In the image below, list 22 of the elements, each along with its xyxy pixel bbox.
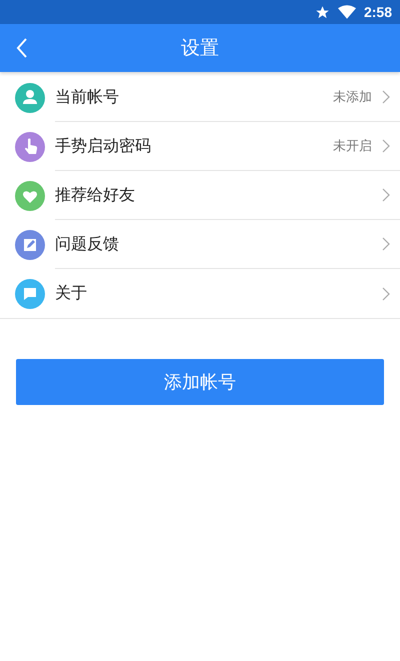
status-time: 2:58: [364, 4, 392, 20]
wifi-icon: [338, 5, 356, 19]
chevron-icon: [382, 237, 390, 251]
chevron-icon: [382, 188, 390, 202]
settings-row[interactable]: 当前帐号 未添加: [55, 73, 400, 122]
row-label: 关于: [55, 283, 88, 304]
settings-row[interactable]: 推荐给好友: [55, 171, 400, 220]
row-label: 问题反馈: [55, 234, 120, 254]
star-icon: [314, 4, 330, 20]
row-label: 手势启动密码: [55, 136, 152, 156]
row-label: 当前帐号: [55, 86, 120, 108]
settings-row[interactable]: 问题反馈: [55, 220, 400, 269]
settings-row[interactable]: 手势启动密码 未开启: [55, 122, 400, 171]
add-account-button[interactable]: 添加帐号: [16, 359, 384, 405]
chevron-icon: [382, 286, 390, 300]
row-label: 推荐给好友: [55, 184, 136, 206]
row-value: 未添加: [333, 89, 372, 106]
chevron-icon: [382, 139, 390, 153]
row-value: 未开启: [333, 138, 372, 155]
page-title: 设置: [181, 36, 219, 61]
settings-row[interactable]: 关于: [55, 269, 400, 318]
chevron-icon: [382, 90, 390, 104]
